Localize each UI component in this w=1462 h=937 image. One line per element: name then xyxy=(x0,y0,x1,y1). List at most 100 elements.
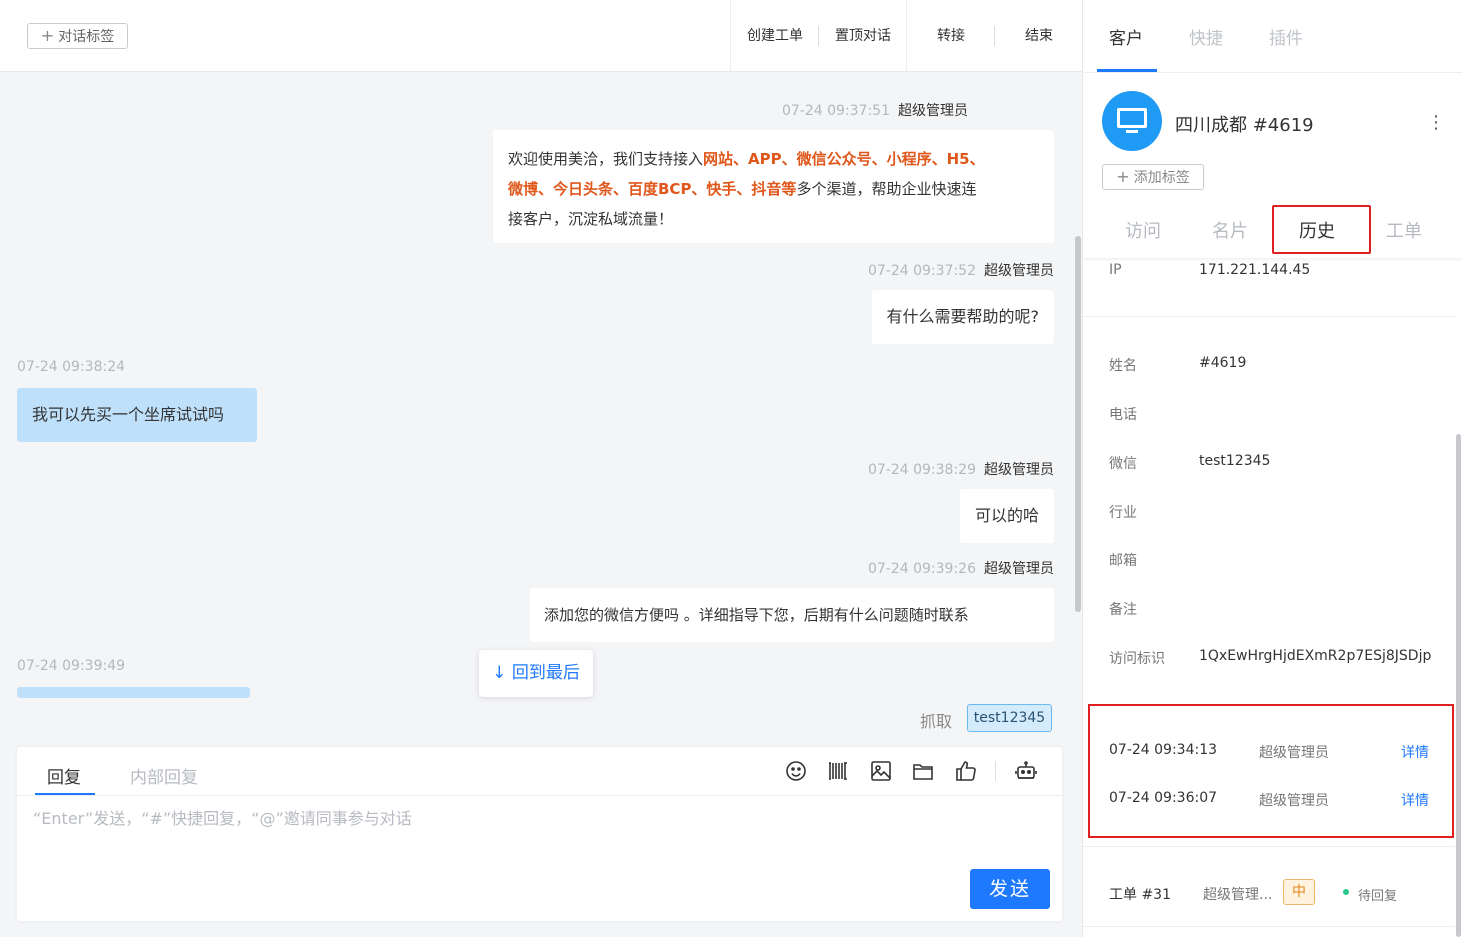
message-time: 07-24 09:38:29 xyxy=(867,462,976,478)
tab-plugin[interactable]: 插件 xyxy=(1269,24,1303,49)
tab-reply[interactable]: 回复 xyxy=(47,763,81,788)
message-sender: 超级管理员 xyxy=(984,561,1054,577)
divider xyxy=(1083,846,1455,847)
divider xyxy=(17,795,1062,796)
side-scrollbar[interactable] xyxy=(1456,434,1461,937)
tab-customer[interactable]: 客户 xyxy=(1109,24,1143,49)
barcode-icon[interactable] xyxy=(826,759,850,783)
subtab-card[interactable]: 名片 xyxy=(1212,217,1248,243)
field-label-visit-id: 访问标识 xyxy=(1109,651,1165,667)
status-badge: 待回复 xyxy=(1358,889,1398,904)
conversation-tag-label: 对话标签 xyxy=(58,29,115,45)
transfer-button[interactable]: 转接 xyxy=(907,0,995,72)
field-label-ip: IP xyxy=(1109,262,1122,278)
ticket-user: 超级管理... xyxy=(1203,887,1273,903)
message-time: 07-24 09:39:26 xyxy=(867,561,976,577)
message-text: 接客户，沉淀私域流量！ xyxy=(508,210,674,228)
message-highlight-text: 网站、APP、微信公众号、小程序、H5、 xyxy=(703,150,985,168)
field-label-phone: 电话 xyxy=(1109,407,1137,423)
customer-name: 四川成都 #4619 xyxy=(1175,115,1314,136)
field-value-name[interactable]: #4619 xyxy=(1199,355,1246,371)
history-time: 07-24 09:36:07 xyxy=(1109,790,1218,806)
emoji-icon[interactable] xyxy=(784,759,808,783)
message-text: 我可以先买一个坐席试试吗 xyxy=(32,405,225,424)
grab-tag[interactable]: test12345 xyxy=(967,704,1052,732)
divider xyxy=(818,26,819,46)
robot-icon[interactable] xyxy=(1014,759,1038,783)
conversation-tag-button[interactable]: + 对话标签 xyxy=(27,23,128,49)
divider xyxy=(1083,72,1462,73)
divider xyxy=(995,761,996,781)
monitor-icon xyxy=(1117,108,1147,133)
thumbs-up-icon[interactable] xyxy=(954,759,978,783)
pin-conversation-button[interactable]: 置顶对话 xyxy=(819,0,907,72)
reply-input[interactable]: “Enter”发送，“#”快捷回复，“@”邀请同事参与对话 xyxy=(33,805,412,829)
message-time: 07-24 09:37:52 xyxy=(867,263,976,279)
message-time: 07-24 09:38:24 xyxy=(17,359,126,375)
chat-scrollbar[interactable] xyxy=(1075,236,1081,612)
message-timestamp: 07-24 09:39:49 xyxy=(17,658,125,674)
field-label-name: 姓名 xyxy=(1109,358,1137,374)
field-value-ip: 171.221.144.45 xyxy=(1199,262,1311,278)
message-text: 添加您的微信方便吗 。详细指导下您，后期有什么问题随时联系 xyxy=(544,606,969,624)
message-sender: 超级管理员 xyxy=(984,263,1054,279)
message-text: 有什么需要帮助的呢? xyxy=(886,307,1040,326)
back-to-last-label: 回到最后 xyxy=(511,663,580,683)
divider xyxy=(994,26,995,46)
message-timestamp: 07-24 09:39:26 超级管理员 xyxy=(868,558,1054,578)
agent-message-bubble: 欢迎使用美洽，我们支持接入网站、APP、微信公众号、小程序、H5、 微博、今日头… xyxy=(493,130,1054,243)
more-options-icon[interactable]: ⋮ xyxy=(1427,112,1445,133)
customer-message-bubble xyxy=(17,687,250,698)
customer-message-bubble: 我可以先买一个坐席试试吗 xyxy=(17,388,257,442)
ticket-id[interactable]: 工单 #31 xyxy=(1109,884,1171,904)
message-sender: 超级管理员 xyxy=(984,462,1054,478)
subtab-visit[interactable]: 访问 xyxy=(1125,217,1161,243)
message-highlight-text: 微博、今日头条、百度BCP、快手、抖音等 xyxy=(508,180,797,198)
subtab-ticket[interactable]: 工单 xyxy=(1386,217,1422,243)
folder-icon[interactable] xyxy=(911,759,935,783)
arrow-down-icon: ↓ xyxy=(492,663,507,683)
back-to-last-button[interactable]: ↓ 回到最后 xyxy=(479,650,593,697)
agent-message-bubble: 有什么需要帮助的呢? xyxy=(871,290,1054,344)
message-timestamp: 07-24 09:38:24 xyxy=(17,359,125,375)
add-tag-label: 添加标签 xyxy=(1133,170,1190,186)
chat-header: + 对话标签 创建工单 置顶对话 转接 结束 xyxy=(0,0,1082,72)
message-timestamp: 07-24 09:38:29 超级管理员 xyxy=(868,459,1054,479)
add-tag-button[interactable]: + 添加标签 xyxy=(1102,164,1204,190)
divider xyxy=(906,0,907,72)
message-timestamp: 07-24 09:37:52 超级管理员 xyxy=(868,260,1054,280)
avatar xyxy=(1102,91,1162,151)
send-button[interactable]: 发送 xyxy=(970,869,1050,909)
field-label-industry: 行业 xyxy=(1109,505,1137,521)
end-button[interactable]: 结束 xyxy=(995,0,1083,72)
message-timestamp: 07-24 09:37:51 超级管理员 xyxy=(782,100,968,120)
reply-box: 回复 内部回复 “Enter”发送，“#”快捷回复，“@”邀请同事参与对话 发送 xyxy=(17,747,1062,921)
grab-label: 抓取 xyxy=(920,712,953,731)
history-user: 超级管理员 xyxy=(1259,793,1329,809)
history-detail-link[interactable]: 详情 xyxy=(1401,790,1429,810)
status-dot xyxy=(1343,889,1349,895)
tab-internal-reply[interactable]: 内部回复 xyxy=(130,763,198,788)
field-label-email: 邮箱 xyxy=(1109,553,1137,569)
highlight-box xyxy=(1088,704,1454,838)
create-ticket-button[interactable]: 创建工单 xyxy=(731,0,819,72)
customer-side-panel: 客户 快捷 插件 四川成都 #4619 ⋮ + 添加标签 访问 名片 历史 工单 … xyxy=(1082,0,1462,937)
history-time: 07-24 09:34:13 xyxy=(1109,742,1218,758)
field-label-note: 备注 xyxy=(1109,602,1137,618)
image-icon[interactable] xyxy=(869,759,893,783)
history-user: 超级管理员 xyxy=(1259,745,1329,761)
chat-pane: + 对话标签 创建工单 置顶对话 转接 结束 07-24 09:37:51 超级管理… xyxy=(0,0,1082,937)
field-value-visit-id: 1QxEwHrgHjdEXmR2p7ESj8JSDjp xyxy=(1199,648,1432,664)
message-time: 07-24 09:39:49 xyxy=(17,658,126,674)
plus-icon: + xyxy=(40,26,55,45)
field-value-wechat[interactable]: test12345 xyxy=(1199,453,1270,469)
plus-icon: + xyxy=(1116,167,1130,186)
divider xyxy=(1083,926,1455,927)
agent-message-bubble: 添加您的微信方便吗 。详细指导下您，后期有什么问题随时联系 xyxy=(530,588,1054,642)
agent-message-bubble: 可以的哈 xyxy=(959,489,1054,543)
message-time: 07-24 09:37:51 xyxy=(781,103,890,119)
tab-quick[interactable]: 快捷 xyxy=(1189,24,1223,49)
history-detail-link[interactable]: 详情 xyxy=(1401,742,1429,762)
message-text: 多个渠道，帮助企业快速连 xyxy=(796,180,977,198)
message-sender: 超级管理员 xyxy=(898,103,968,119)
